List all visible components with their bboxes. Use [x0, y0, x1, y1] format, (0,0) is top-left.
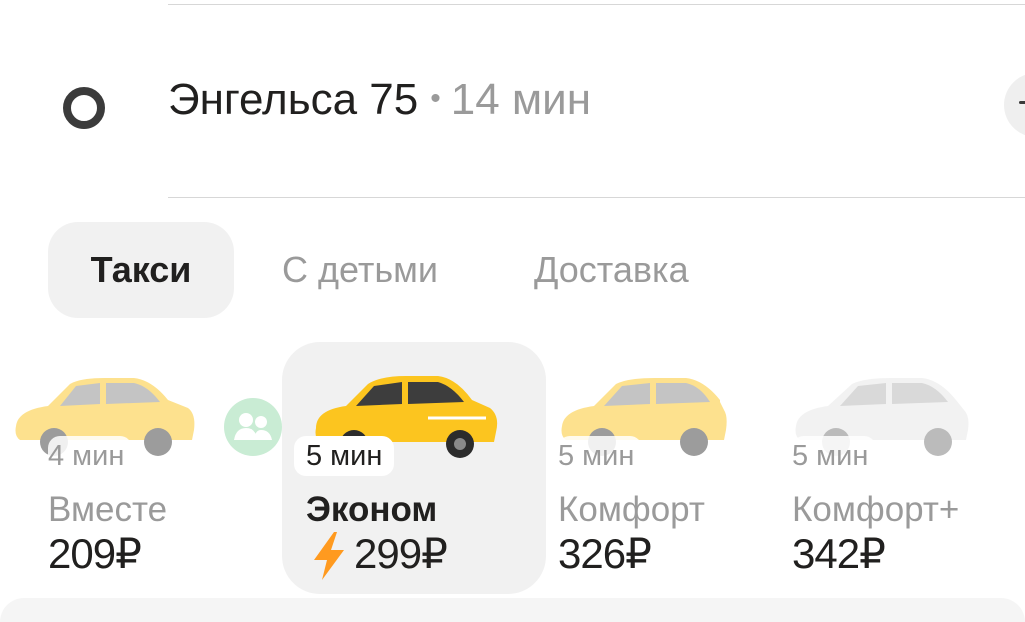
destination-eta: 14 мин	[450, 75, 592, 124]
tariff-name: Комфорт	[558, 490, 705, 529]
tariff-eta: 5 мин	[294, 436, 395, 476]
lightning-icon	[314, 532, 344, 580]
tariff-price: 299₽	[354, 530, 448, 577]
tariff-eta: 4 мин	[48, 436, 133, 476]
tab-delivery[interactable]: Доставка	[534, 222, 689, 318]
tariff-name: Комфорт+	[792, 490, 960, 529]
tariff-price: 342₽	[792, 530, 886, 577]
people-icon	[224, 398, 282, 456]
destination-address: Энгельса 75	[168, 75, 419, 124]
tab-with-kids[interactable]: С детьми	[282, 222, 438, 318]
plus-icon	[1019, 101, 1025, 104]
tariff-price: 326₽	[558, 530, 652, 577]
add-stop-button[interactable]	[1004, 73, 1025, 137]
tariff-eta: 5 мин	[558, 436, 643, 476]
destination-ring-icon	[63, 87, 105, 129]
tariff-card-together[interactable]: 4 мин Вместе 209₽	[15, 342, 282, 594]
tariff-name: Вместе	[48, 490, 168, 529]
tariff-price: 209₽	[48, 530, 142, 577]
bottom-sheet	[0, 598, 1025, 622]
tariff-card-economy[interactable]: 5 мин Эконом 299₽	[282, 342, 546, 594]
destination-text[interactable]: Энгельса 75 • 14 мин	[168, 71, 591, 128]
destination-separator: •	[430, 82, 441, 115]
tariff-name: Эконом	[306, 490, 438, 529]
tariff-eta: 5 мин	[792, 436, 877, 476]
destination-divider	[168, 197, 1025, 198]
tariff-card-comfort-plus[interactable]: 5 мин Комфорт+ 342₽	[792, 342, 1012, 594]
destination-row[interactable]: Энгельса 75 • 14 мин	[0, 5, 1025, 197]
tariff-card-comfort[interactable]: 5 мин Комфорт 326₽	[558, 342, 758, 594]
tab-taxi[interactable]: Такси	[48, 222, 234, 318]
